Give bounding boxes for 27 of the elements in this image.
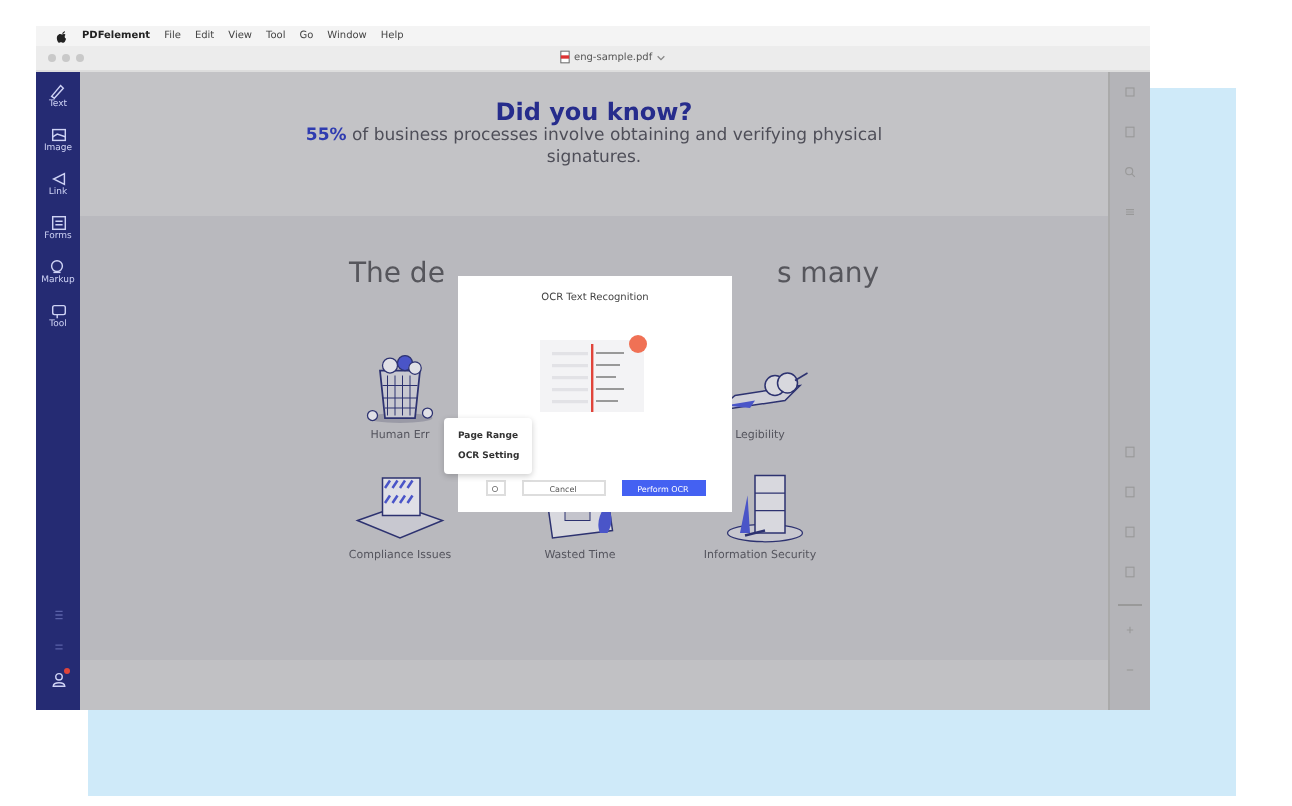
user-icon[interactable]: [49, 670, 67, 688]
tool-tool-icon: [49, 302, 67, 320]
section-title: s many: [776, 258, 880, 290]
caret-icon[interactable]: [656, 53, 667, 61]
close-window-icon[interactable]: [48, 54, 56, 62]
link-tool-icon: [49, 170, 67, 188]
settings-button[interactable]: [485, 480, 505, 496]
text-tool-icon: [48, 82, 67, 100]
list-icon[interactable]: [1122, 204, 1138, 220]
apple-logo-icon[interactable]: [56, 29, 68, 43]
forms-tool-icon: [49, 214, 67, 232]
markup-tool-icon: [48, 258, 67, 276]
page-icon[interactable]: [1122, 564, 1138, 580]
page-icon[interactable]: [1122, 124, 1138, 140]
page-icon[interactable]: [1122, 484, 1138, 500]
document-icon: [560, 50, 570, 64]
minimize-window-icon[interactable]: [62, 54, 70, 62]
page-icon[interactable]: [1122, 444, 1138, 460]
page-paragraph: 55% of business processes involve obtaining and verifying physical signatures.: [303, 126, 885, 170]
page-icon[interactable]: [1122, 524, 1138, 540]
image-tool-icon: [49, 126, 67, 144]
zoom-window-icon[interactable]: [76, 54, 84, 62]
settings-icon: [490, 483, 500, 493]
section-title: The de: [348, 258, 445, 290]
zoom-in-icon[interactable]: [1122, 622, 1138, 638]
page-heading: Did you know?: [495, 98, 693, 126]
search-icon[interactable]: [1122, 164, 1138, 180]
